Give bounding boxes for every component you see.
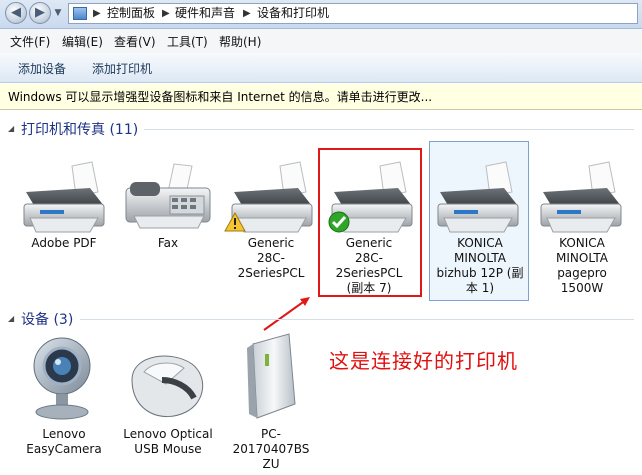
printer-label: KONICA MINOLTA pagepro 1500W: [556, 236, 608, 295]
mouse-icon[interactable]: [131, 355, 204, 417]
group-divider: [80, 319, 634, 320]
printer-icon[interactable]: [437, 161, 519, 233]
device-label: PC-20170407BS ZU: [232, 427, 310, 471]
annotation-text: 这是连接好的打印机: [329, 349, 518, 373]
printer-label: Generic 28C-2SeriesPCL: [237, 236, 305, 280]
devices-group-label: 设备 (3): [21, 312, 74, 328]
printer-icon[interactable]: [231, 161, 313, 233]
computer-tower-icon[interactable]: [247, 333, 296, 419]
printer-icon[interactable]: [540, 161, 622, 233]
webcam-icon[interactable]: [33, 337, 91, 420]
printer-icon[interactable]: [23, 161, 105, 233]
fax-icon[interactable]: [125, 163, 211, 229]
printer-label: KONICA MINOLTA bizhub 12P (副 本 1): [436, 236, 524, 295]
collapse-triangle-icon[interactable]: ◢: [8, 314, 14, 323]
printer-label: Adobe PDF: [31, 236, 97, 250]
highlight-box: [318, 148, 422, 297]
device-label: Lenovo Optical USB Mouse: [123, 427, 213, 456]
device-label: Lenovo EasyCamera: [26, 427, 102, 456]
printer-label: Fax: [157, 236, 179, 250]
